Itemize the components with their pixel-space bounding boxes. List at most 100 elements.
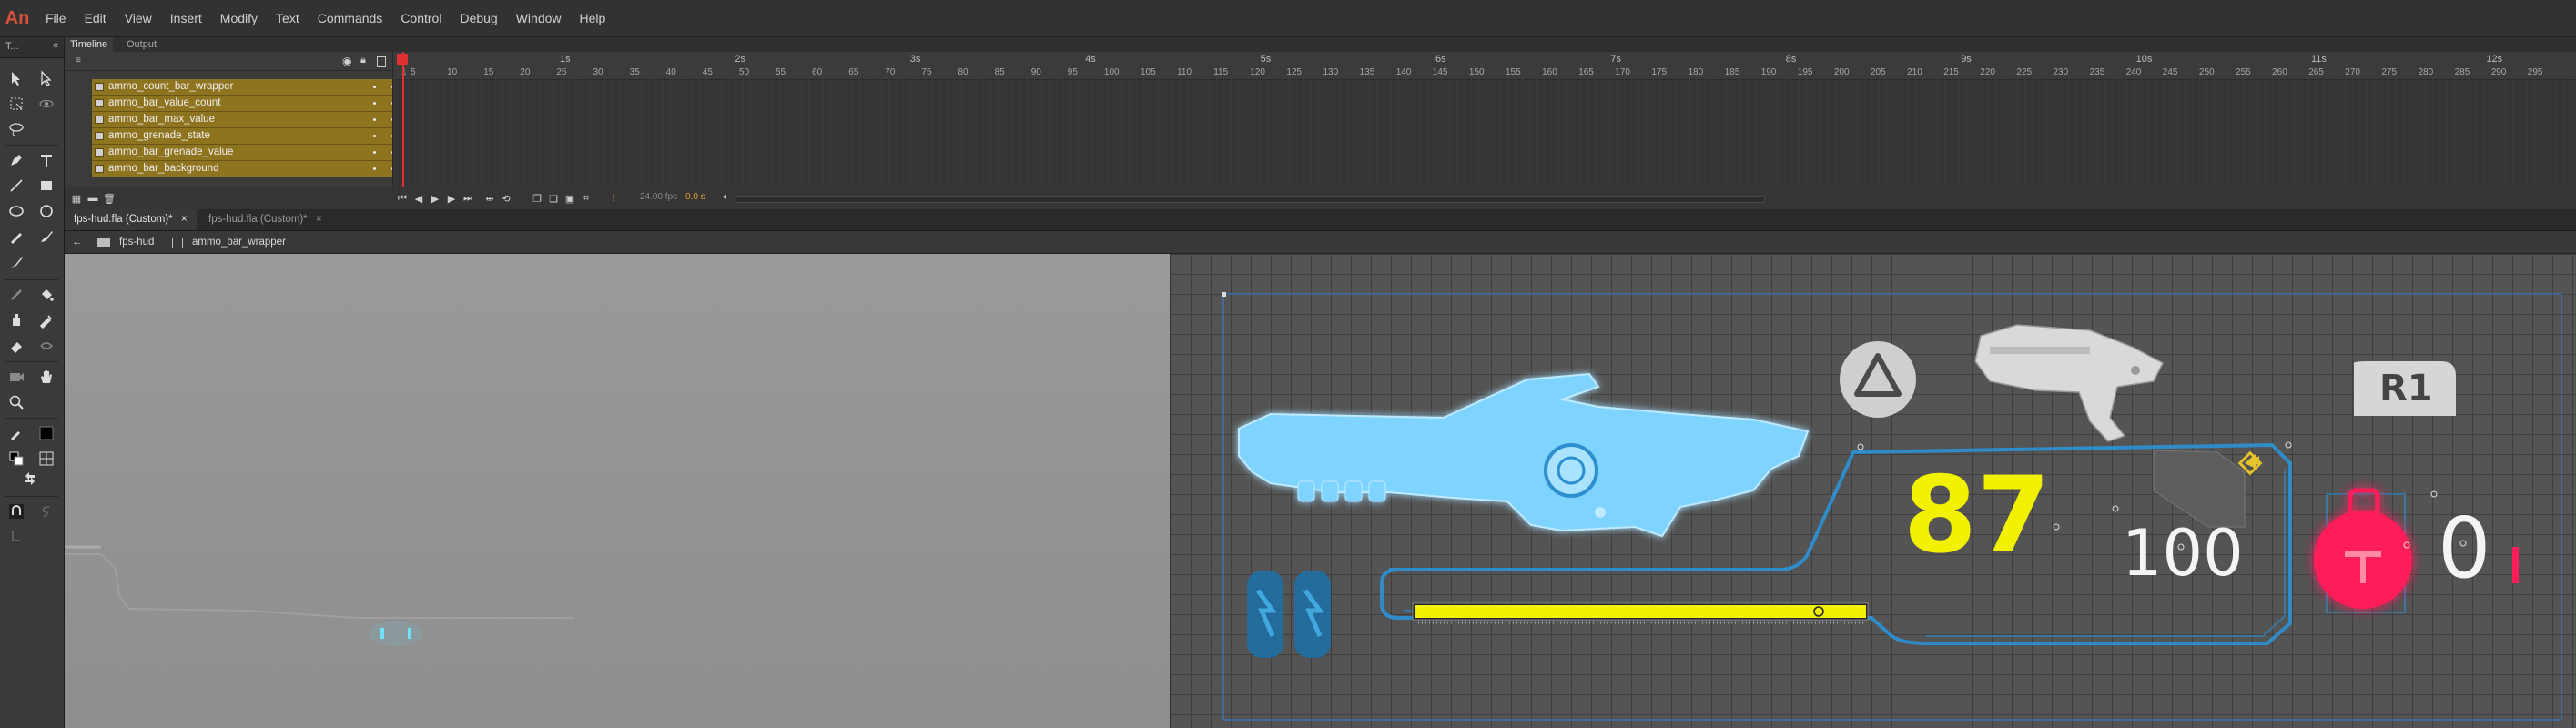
pencil-tool-icon[interactable]: [6, 227, 26, 247]
lasso-tool-icon[interactable]: [6, 119, 26, 139]
grenade-count-value[interactable]: 0: [2438, 507, 2491, 591]
breadcrumb-scene[interactable]: fps-hud: [119, 231, 154, 253]
pen-tool-icon[interactable]: [6, 150, 26, 170]
timeline-frame-label: 25: [556, 67, 567, 77]
layer-row[interactable]: ammo_grenade_state: [92, 128, 409, 145]
smooth-icon[interactable]: [36, 501, 56, 521]
snap-to-objects-icon[interactable]: [6, 501, 26, 521]
step-forward-icon[interactable]: ▶︎: [445, 192, 458, 205]
subselection-tool-icon[interactable]: [36, 68, 56, 88]
visibility-dot[interactable]: [373, 118, 376, 121]
step-back-icon[interactable]: ◀︎: [412, 192, 425, 205]
paint-bucket-tool-icon[interactable]: [36, 285, 56, 305]
close-icon[interactable]: ×: [181, 214, 188, 225]
menu-view[interactable]: View: [116, 0, 161, 36]
free-transform-tool-icon[interactable]: [6, 94, 26, 114]
menu-commands[interactable]: Commands: [309, 0, 392, 36]
fill-color-swatch[interactable]: [36, 449, 56, 469]
menu-window[interactable]: Window: [507, 0, 571, 36]
pasteboard[interactable]: [65, 254, 1170, 728]
edit-multiple-frames-icon[interactable]: ▣: [563, 192, 576, 205]
tab-timeline[interactable]: Timeline: [65, 37, 114, 52]
show-hide-all-icon[interactable]: ◉: [342, 55, 351, 67]
text-tool-icon[interactable]: [36, 150, 56, 170]
visibility-dot[interactable]: [373, 86, 376, 88]
ammo-max-value[interactable]: 100: [2122, 521, 2244, 585]
play-icon[interactable]: ▶︎: [429, 192, 441, 205]
delete-layer-icon[interactable]: 🗑︎: [103, 192, 116, 205]
paint-brush-tool-icon[interactable]: [36, 227, 56, 247]
bone-tool-icon[interactable]: [6, 285, 26, 305]
doc-tab-inactive[interactable]: fps-hud.fla (Custom)* ×: [199, 209, 331, 230]
brush-tool-icon[interactable]: [6, 252, 26, 272]
ink-bottle-tool-icon[interactable]: [6, 310, 26, 330]
eraser-tool-icon[interactable]: [6, 336, 26, 356]
onion-skin-icon[interactable]: ❐: [531, 192, 543, 205]
new-folder-icon[interactable]: ▬: [86, 192, 99, 205]
menu-insert[interactable]: Insert: [161, 0, 211, 36]
back-arrow-icon[interactable]: ←: [72, 231, 83, 253]
menu-debug[interactable]: Debug: [451, 0, 506, 36]
center-frame-icon[interactable]: ⇹: [483, 192, 496, 205]
straighten-icon[interactable]: [6, 527, 26, 547]
layer-menu-icon[interactable]: ≡: [76, 56, 81, 66]
menu-edit[interactable]: Edit: [76, 0, 116, 36]
3d-rotation-tool-icon[interactable]: [36, 94, 56, 114]
elapsed-time[interactable]: 0.0 s: [685, 192, 705, 202]
frame-ruler[interactable]: 1s2s3s4s5s6s7s8s9s10s11s12s1510152025303…: [393, 52, 2576, 80]
width-tool-icon[interactable]: [36, 336, 56, 356]
stroke-color-swatch[interactable]: [36, 423, 56, 443]
layer-row[interactable]: ammo_bar_grenade_value: [92, 145, 409, 161]
breadcrumb-symbol[interactable]: ammo_bar_wrapper: [192, 231, 286, 253]
fps-display[interactable]: 24.00 fps: [640, 192, 677, 202]
modify-markers-icon[interactable]: ⌗: [580, 192, 593, 205]
close-icon[interactable]: ×: [316, 214, 322, 225]
visibility-dot[interactable]: [373, 151, 376, 154]
new-layer-icon[interactable]: ▦: [70, 192, 83, 205]
line-tool-icon[interactable]: [6, 176, 26, 196]
scroll-left-icon[interactable]: ◂: [722, 192, 726, 202]
stroke-color-icon[interactable]: [6, 423, 26, 443]
visibility-dot[interactable]: [373, 167, 376, 170]
black-white-icon[interactable]: [6, 449, 26, 469]
frames-area[interactable]: 1s2s3s4s5s6s7s8s9s10s11s12s1510152025303…: [392, 52, 2576, 187]
layer-row[interactable]: ammo_bar_background: [92, 161, 409, 177]
layer-row[interactable]: ammo_count_bar_wrapper: [92, 79, 409, 96]
oval-tool-icon[interactable]: [6, 201, 26, 221]
timeline-frame-label: 135: [1359, 67, 1375, 77]
eyedropper-tool-icon[interactable]: [36, 310, 56, 330]
rectangle-tool-icon[interactable]: [36, 176, 56, 196]
playhead[interactable]: [402, 52, 404, 187]
menu-help[interactable]: Help: [571, 0, 615, 36]
lock-all-icon[interactable]: 🔒︎: [360, 55, 366, 66]
frame-grid[interactable]: [393, 79, 2576, 187]
stage[interactable]: 87 100 0 R1: [1170, 254, 2576, 728]
swap-colors-icon[interactable]: [20, 469, 40, 489]
menu-control[interactable]: Control: [391, 0, 451, 36]
loop-icon[interactable]: ⟲: [500, 192, 512, 205]
layer-name: ammo_bar_max_value: [108, 114, 215, 125]
playhead-handle[interactable]: [397, 54, 408, 65]
visibility-dot[interactable]: [373, 102, 376, 105]
visibility-dot[interactable]: [373, 135, 376, 137]
polystar-tool-icon[interactable]: [36, 201, 56, 221]
frame-marker-icon[interactable]: ⁞: [607, 192, 620, 205]
layer-row[interactable]: ammo_bar_max_value: [92, 112, 409, 128]
first-frame-icon[interactable]: ⏮︎: [396, 192, 409, 205]
menu-modify[interactable]: Modify: [211, 0, 267, 36]
tab-output[interactable]: Output: [121, 37, 162, 52]
zoom-tool-icon[interactable]: [6, 392, 26, 412]
menu-file[interactable]: File: [36, 0, 76, 36]
timeline-scrollbar[interactable]: [735, 196, 1765, 203]
hand-tool-icon[interactable]: [36, 367, 56, 387]
outline-all-icon[interactable]: [377, 56, 386, 67]
last-frame-icon[interactable]: ⏭︎: [461, 192, 474, 205]
camera-tool-icon[interactable]: [6, 367, 26, 387]
collapse-icon[interactable]: «: [53, 40, 58, 51]
ammo-count-value[interactable]: 87: [1903, 463, 2050, 569]
menu-text[interactable]: Text: [267, 0, 309, 36]
onion-outlines-icon[interactable]: ❏: [547, 192, 560, 205]
selection-tool-icon[interactable]: [6, 68, 26, 88]
doc-tab-active[interactable]: fps-hud.fla (Custom)* ×: [65, 209, 197, 230]
layer-row[interactable]: ammo_bar_value_count: [92, 96, 409, 112]
